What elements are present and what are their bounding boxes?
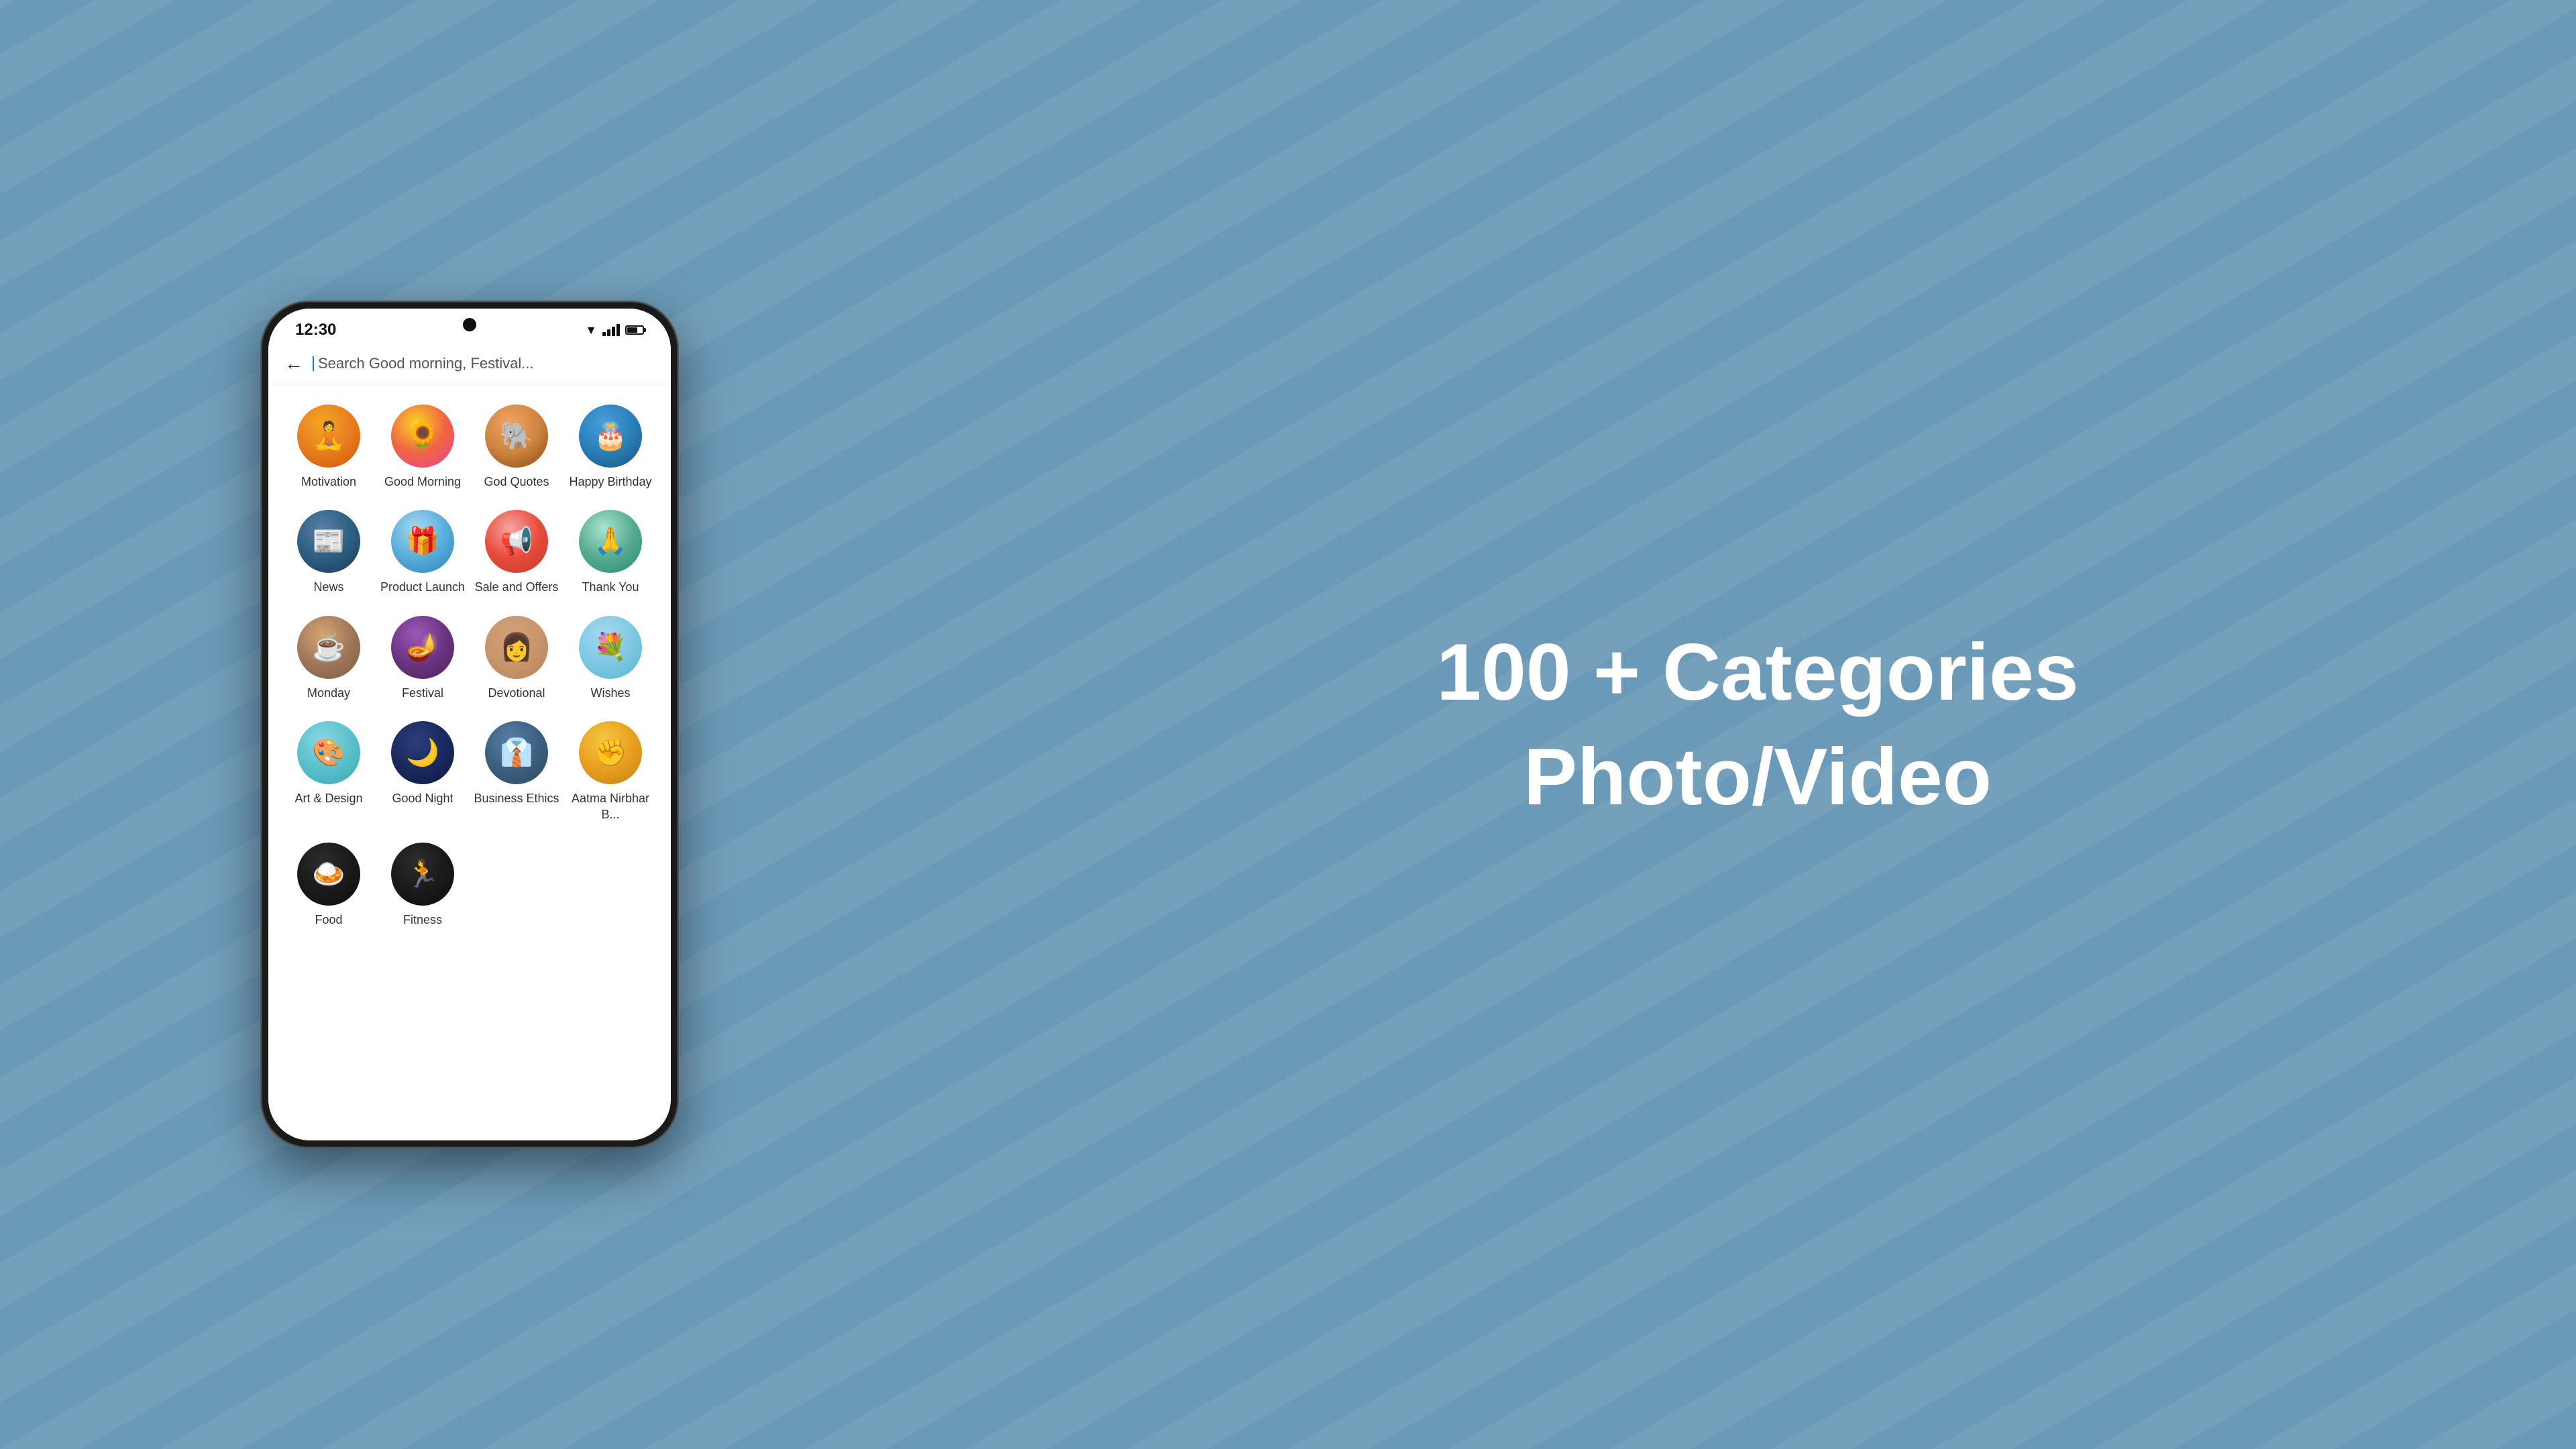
category-icon-devotional: 👩 (500, 634, 533, 661)
category-label-art-design: Art & Design (294, 791, 362, 806)
battery-fill (627, 327, 637, 333)
camera-notch (463, 318, 476, 331)
category-item-devotional[interactable]: 👩 Devotional (470, 609, 564, 708)
phone-mockup: 12:30 ▼ ← Search Good morning, (262, 302, 678, 1147)
category-circle-art-design: 🎨 (297, 721, 360, 784)
categories-scroll[interactable]: 🧘 Motivation 🌻 Good Morning 🐘 God Quotes 🎂 Happ… (268, 384, 671, 1140)
category-label-business-ethics: Business Ethics (474, 791, 559, 806)
category-icon-food: 🍛 (312, 861, 345, 888)
category-circle-festival: 🪔 (391, 616, 454, 679)
category-icon-god-quotes: 🐘 (500, 423, 533, 449)
category-circle-motivation: 🧘 (297, 405, 360, 468)
category-icon-news: 📰 (312, 528, 345, 555)
wifi-icon: ▼ (585, 323, 597, 337)
category-label-good-morning: Good Morning (384, 474, 461, 490)
category-circle-good-morning: 🌻 (391, 405, 454, 468)
category-circle-wishes: 💐 (579, 616, 642, 679)
category-item-festival[interactable]: 🪔 Festival (376, 609, 470, 708)
category-item-happy-birthday[interactable]: 🎂 Happy Birthday (564, 398, 657, 496)
category-item-wishes[interactable]: 💐 Wishes (564, 609, 657, 708)
category-icon-fitness: 🏃 (406, 861, 439, 888)
category-label-food: Food (315, 912, 342, 928)
category-icon-happy-birthday: 🎂 (594, 423, 627, 449)
category-label-fitness: Fitness (403, 912, 442, 928)
category-icon-aatma-nirbhar: ✊ (594, 739, 627, 766)
category-circle-business-ethics: 👔 (485, 721, 548, 784)
category-item-good-night[interactable]: 🌙 Good Night (376, 714, 470, 829)
category-item-art-design[interactable]: 🎨 Art & Design (282, 714, 376, 829)
category-label-product-launch: Product Launch (380, 580, 465, 595)
category-circle-sale-offers: 📢 (485, 510, 548, 573)
headline-line1: 100 + Categories (1436, 620, 2078, 724)
category-item-fitness[interactable]: 🏃 Fitness (376, 836, 470, 934)
category-icon-thank-you: 🙏 (594, 528, 627, 555)
category-label-good-night: Good Night (392, 791, 453, 806)
headline-line2: Photo/Video (1436, 724, 2078, 829)
category-item-good-morning[interactable]: 🌻 Good Morning (376, 398, 470, 496)
category-circle-fitness: 🏃 (391, 843, 454, 906)
category-label-aatma-nirbhar: Aatma Nirbhar B... (566, 791, 655, 822)
right-section: 100 + Categories Photo/Video (939, 0, 2576, 1449)
signal-icon (602, 324, 620, 336)
search-cursor (313, 356, 314, 371)
category-label-thank-you: Thank You (582, 580, 639, 595)
back-button[interactable]: ← (284, 353, 303, 374)
category-icon-monday: ☕ (312, 634, 345, 661)
category-circle-happy-birthday: 🎂 (579, 405, 642, 468)
category-icon-good-night: 🌙 (406, 739, 439, 766)
category-item-aatma-nirbhar[interactable]: ✊ Aatma Nirbhar B... (564, 714, 657, 829)
category-circle-food: 🍛 (297, 843, 360, 906)
battery-icon (625, 325, 644, 335)
status-time: 12:30 (295, 321, 336, 339)
search-bar[interactable]: ← Search Good morning, Festival... (268, 343, 671, 384)
status-icons: ▼ (585, 323, 644, 337)
category-item-sale-offers[interactable]: 📢 Sale and Offers (470, 503, 564, 602)
category-item-food[interactable]: 🍛 Food (282, 836, 376, 934)
category-icon-product-launch: 🎁 (406, 528, 439, 555)
category-grid: 🧘 Motivation 🌻 Good Morning 🐘 God Quotes 🎂 Happ… (282, 398, 657, 934)
category-circle-god-quotes: 🐘 (485, 405, 548, 468)
category-item-business-ethics[interactable]: 👔 Business Ethics (470, 714, 564, 829)
phone-screen: 12:30 ▼ ← Search Good morning, (268, 309, 671, 1140)
category-item-god-quotes[interactable]: 🐘 God Quotes (470, 398, 564, 496)
category-item-product-launch[interactable]: 🎁 Product Launch (376, 503, 470, 602)
headline-text: 100 + Categories Photo/Video (1436, 620, 2078, 829)
category-icon-festival: 🪔 (406, 634, 439, 661)
category-circle-product-launch: 🎁 (391, 510, 454, 573)
category-circle-good-night: 🌙 (391, 721, 454, 784)
category-icon-good-morning: 🌻 (406, 423, 439, 449)
category-icon-art-design: 🎨 (312, 739, 345, 766)
left-section: 12:30 ▼ ← Search Good morning, (0, 0, 939, 1449)
category-icon-sale-offers: 📢 (500, 528, 533, 555)
category-item-thank-you[interactable]: 🙏 Thank You (564, 503, 657, 602)
category-circle-news: 📰 (297, 510, 360, 573)
category-label-festival: Festival (402, 686, 443, 701)
category-circle-devotional: 👩 (485, 616, 548, 679)
category-label-motivation: Motivation (301, 474, 356, 490)
category-label-happy-birthday: Happy Birthday (569, 474, 651, 490)
search-input-display: Search Good morning, Festival... (313, 355, 534, 372)
category-icon-motivation: 🧘 (312, 423, 345, 449)
category-item-motivation[interactable]: 🧘 Motivation (282, 398, 376, 496)
category-label-devotional: Devotional (488, 686, 545, 701)
category-icon-business-ethics: 👔 (500, 739, 533, 766)
category-label-god-quotes: God Quotes (484, 474, 549, 490)
category-label-news: News (313, 580, 343, 595)
category-label-monday: Monday (307, 686, 350, 701)
search-placeholder: Search Good morning, Festival... (318, 355, 534, 372)
category-label-sale-offers: Sale and Offers (475, 580, 559, 595)
category-circle-thank-you: 🙏 (579, 510, 642, 573)
category-circle-aatma-nirbhar: ✊ (579, 721, 642, 784)
category-icon-wishes: 💐 (594, 634, 627, 661)
category-label-wishes: Wishes (590, 686, 630, 701)
category-item-news[interactable]: 📰 News (282, 503, 376, 602)
category-circle-monday: ☕ (297, 616, 360, 679)
category-item-monday[interactable]: ☕ Monday (282, 609, 376, 708)
